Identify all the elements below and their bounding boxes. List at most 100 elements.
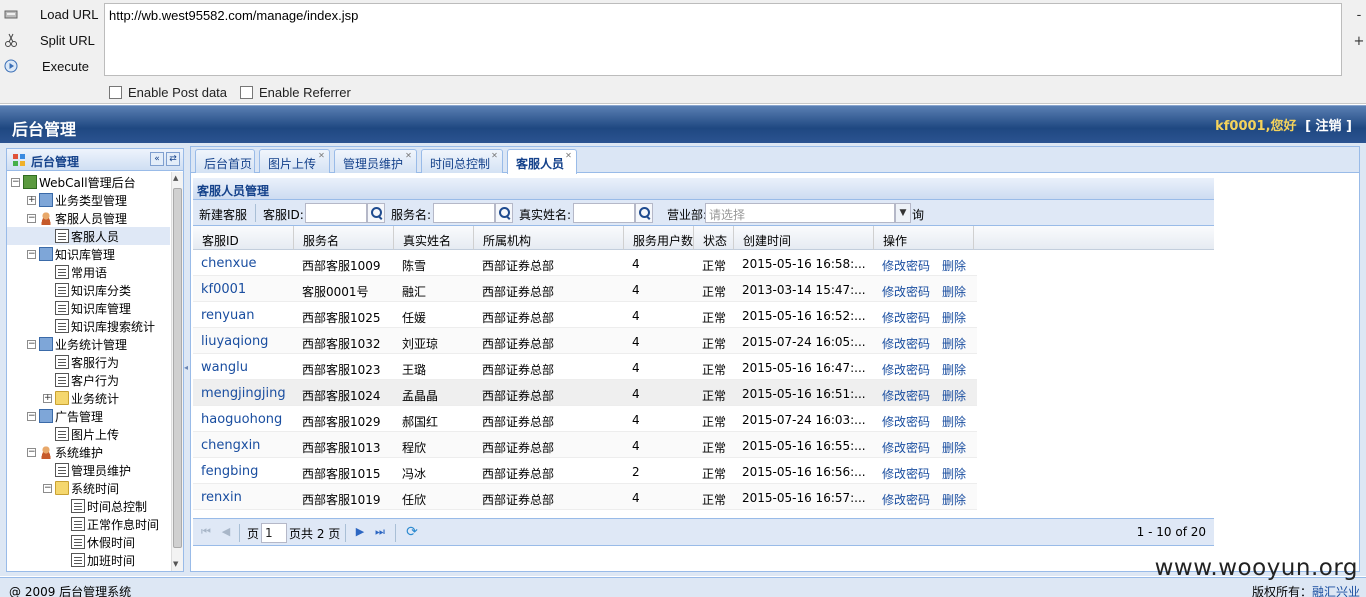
tree-node[interactable]: 常用语	[7, 263, 170, 281]
tree-node[interactable]: 知识库搜索统计	[7, 317, 170, 335]
table-row[interactable]: renyuan 西部客服1025 任媛 西部证券总部 4 正常 2015-05-16 16:…	[193, 302, 977, 328]
tree-node[interactable]: 图片上传	[7, 425, 170, 443]
agent-id-link[interactable]: renyuan	[201, 308, 254, 323]
table-row[interactable]: wanglu 西部客服1023 王璐 西部证券总部 4 正常 2015-05-16 16:4…	[193, 354, 977, 380]
agent-id-link[interactable]: fengbing	[201, 464, 258, 479]
scrollbar-thumb[interactable]	[173, 188, 182, 548]
tree-scrollbar[interactable]: ▲ ▼	[171, 172, 183, 571]
close-icon[interactable]: ✕	[490, 152, 499, 161]
table-row[interactable]: chenxue 西部客服1009 陈雪 西部证券总部 4 正常 2015-05-16 16:…	[193, 250, 977, 276]
collapse-icon[interactable]: −	[27, 339, 36, 349]
expand-icon[interactable]: +	[43, 393, 52, 403]
delete-link[interactable]: 删除	[942, 491, 966, 508]
tree-node[interactable]: − 知识库管理	[7, 245, 170, 263]
collapse-icon[interactable]: «	[150, 152, 164, 166]
tree-node[interactable]: + 业务统计	[7, 389, 170, 407]
search-icon[interactable]	[495, 203, 513, 223]
execute-button[interactable]: Execute	[0, 54, 100, 78]
last-page-icon[interactable]: ⏭	[373, 525, 387, 539]
tree-node[interactable]: 管理员维护	[7, 461, 170, 479]
table-row[interactable]: fengbing 西部客服1015 冯冰 西部证券总部 2 正常 2015-05-16 16…	[193, 458, 977, 484]
agent-id-link[interactable]: mengjingjing	[201, 386, 286, 401]
tree-node[interactable]: − 客服人员管理	[7, 209, 170, 227]
agent-id-link[interactable]: haoguohong	[201, 412, 282, 427]
url-textarea[interactable]: http://wb.west95582.com/manage/index.jsp	[104, 3, 1342, 76]
collapse-icon[interactable]: −	[27, 447, 36, 457]
agent-id-link[interactable]: renxin	[201, 490, 242, 505]
table-row[interactable]: liuyaqiong 西部客服1032 刘亚琼 西部证券总部 4 正常 2015-07-24…	[193, 328, 977, 354]
split-url-button[interactable]: Split URL	[0, 28, 100, 52]
tree-node[interactable]: − WebCall管理后台	[7, 173, 170, 191]
change-password-link[interactable]: 修改密码	[882, 465, 930, 482]
change-password-link[interactable]: 修改密码	[882, 361, 930, 378]
column-header[interactable]: 所属机构	[474, 226, 624, 250]
close-icon[interactable]: ✕	[564, 152, 573, 161]
collapse-icon[interactable]: −	[11, 177, 20, 187]
increase-button[interactable]: +	[1352, 34, 1366, 49]
tree-node[interactable]: 知识库管理	[7, 299, 170, 317]
table-row[interactable]: haoguohong 西部客服1029 郝国红 西部证券总部 4 正常 2015-07-24…	[193, 406, 977, 432]
tree-node[interactable]: 休假时间	[7, 533, 170, 551]
tree-node[interactable]: − 业务统计管理	[7, 335, 170, 353]
scroll-down-icon[interactable]: ▼	[173, 560, 178, 568]
agent-id-link[interactable]: kf0001	[201, 282, 246, 297]
tree-node[interactable]: 知识库分类	[7, 281, 170, 299]
collapse-icon[interactable]: −	[27, 213, 36, 223]
delete-link[interactable]: 删除	[942, 413, 966, 430]
change-password-link[interactable]: 修改密码	[882, 309, 930, 326]
delete-link[interactable]: 删除	[942, 387, 966, 404]
column-header[interactable]: 服务用户数	[624, 226, 694, 250]
change-password-link[interactable]: 修改密码	[882, 335, 930, 352]
checkbox-box[interactable]	[240, 85, 253, 99]
delete-link[interactable]: 删除	[942, 439, 966, 456]
department-select[interactable]: 请选择	[705, 203, 895, 223]
delete-link[interactable]: 删除	[942, 335, 966, 352]
delete-link[interactable]: 删除	[942, 361, 966, 378]
tree-node[interactable]: 客服人员	[7, 227, 170, 245]
prev-page-icon[interactable]: ◀	[219, 525, 233, 539]
delete-link[interactable]: 删除	[942, 283, 966, 300]
change-password-link[interactable]: 修改密码	[882, 283, 930, 300]
logout-link[interactable]: [ 注销 ]	[1305, 119, 1352, 134]
query-button[interactable]: 询	[912, 206, 924, 223]
table-row[interactable]: chengxin 西部客服1013 程欣 西部证券总部 4 正常 2015-05-16 16…	[193, 432, 977, 458]
tab-2[interactable]: 图片上传 ✕	[259, 149, 330, 173]
refresh-icon[interactable]: ⟳	[405, 525, 419, 539]
column-header[interactable]: 操作	[874, 226, 974, 250]
tree-node[interactable]: − 系统时间	[7, 479, 170, 497]
tree-node[interactable]: 正常作息时间	[7, 515, 170, 533]
close-icon[interactable]: ✕	[317, 152, 326, 161]
column-header[interactable]: 状态	[694, 226, 734, 250]
tree-node[interactable]: 客服行为	[7, 353, 170, 371]
expand-icon[interactable]: +	[27, 195, 36, 205]
column-header[interactable]: 真实姓名	[394, 226, 474, 250]
enable-referrer-checkbox[interactable]: Enable Referrer	[240, 84, 351, 100]
first-page-icon[interactable]: ⏮	[199, 525, 213, 539]
enable-post-checkbox[interactable]: Enable Post data	[109, 84, 227, 100]
column-header[interactable]: 创建时间	[734, 226, 874, 250]
tree-node[interactable]: 客户行为	[7, 371, 170, 389]
agent-id-input[interactable]	[305, 203, 367, 223]
search-icon[interactable]	[367, 203, 385, 223]
change-password-link[interactable]: 修改密码	[882, 491, 930, 508]
change-password-link[interactable]: 修改密码	[882, 413, 930, 430]
delete-link[interactable]: 删除	[942, 309, 966, 326]
change-password-link[interactable]: 修改密码	[882, 439, 930, 456]
tree-node[interactable]: + 业务类型管理	[7, 191, 170, 209]
refresh-icon[interactable]: ⇄	[166, 152, 180, 166]
table-row[interactable]: mengjingjing 西部客服1024 孟晶晶 西部证券总部 4 正常 2015-05-…	[193, 380, 977, 406]
agent-id-link[interactable]: liuyaqiong	[201, 334, 268, 349]
real-name-input[interactable]	[573, 203, 635, 223]
agent-id-link[interactable]: wanglu	[201, 360, 248, 375]
agent-id-link[interactable]: chengxin	[201, 438, 260, 453]
change-password-link[interactable]: 修改密码	[882, 387, 930, 404]
change-password-link[interactable]: 修改密码	[882, 257, 930, 274]
scroll-up-icon[interactable]: ▲	[173, 174, 178, 182]
table-row[interactable]: renxin 西部客服1019 任欣 西部证券总部 4 正常 2015-05-16 16:5…	[193, 484, 977, 510]
decrease-button[interactable]: -	[1352, 8, 1366, 23]
page-number-input[interactable]: 1	[261, 523, 287, 543]
delete-link[interactable]: 删除	[942, 465, 966, 482]
collapse-arrow-icon[interactable]: ◂	[184, 363, 188, 372]
rights-owner-link[interactable]: 融汇兴业	[1312, 585, 1360, 597]
column-header[interactable]: 客服ID	[193, 226, 294, 250]
